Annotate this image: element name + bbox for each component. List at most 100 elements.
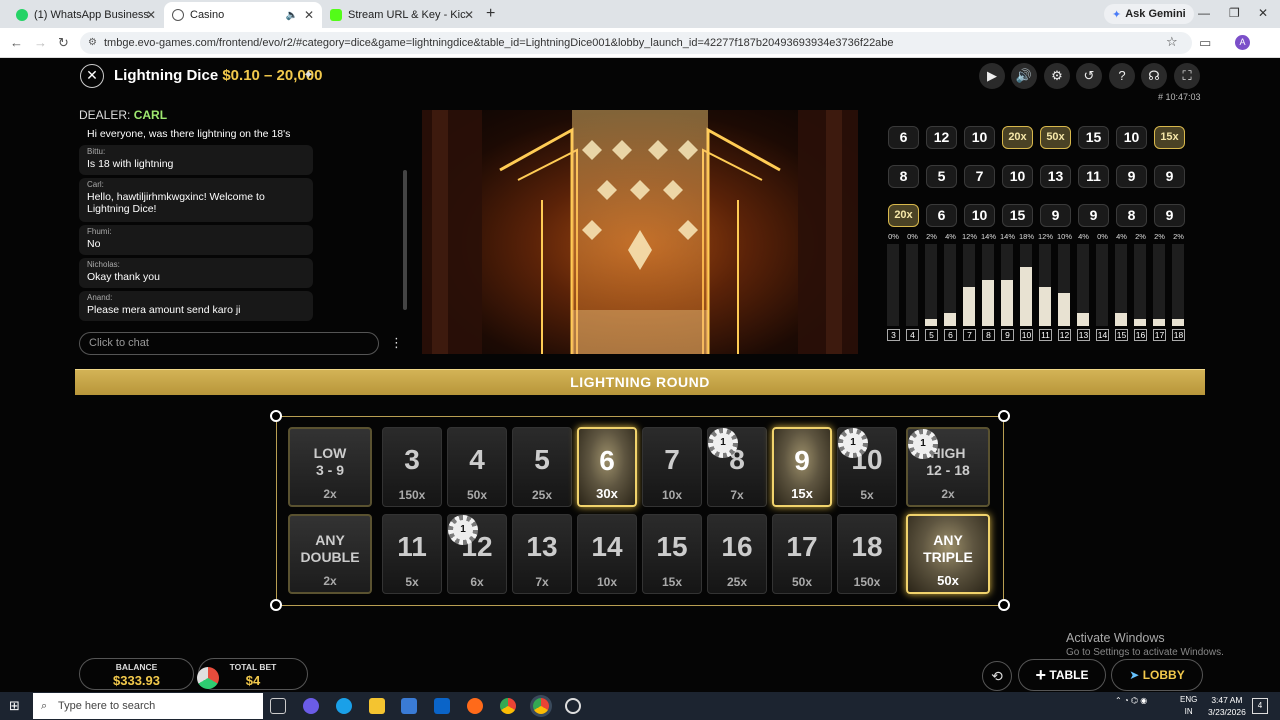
bet-spot-11[interactable]: 11 5x (382, 514, 442, 594)
taskbar-search[interactable]: ⌕ Type here to search (33, 693, 263, 719)
bet-spot-14[interactable]: 14 10x (577, 514, 637, 594)
stat-percent: 0% (888, 232, 899, 241)
stat-bar-track (1039, 244, 1051, 326)
stat-percent: 0% (1097, 232, 1108, 241)
history-result: 6 (926, 204, 957, 227)
low-label: LOW (313, 445, 347, 461)
language-indicator[interactable]: ENG IN (1180, 694, 1197, 718)
bet-spot-18[interactable]: 18 150x (837, 514, 897, 594)
payout: 15x (661, 575, 683, 589)
bet-spot-7[interactable]: 7 10x (642, 427, 702, 507)
help-icon[interactable]: ? (1109, 63, 1135, 89)
bet-spot-any-triple[interactable]: ANY TRIPLE 50x (906, 514, 990, 594)
bookmark-star-icon[interactable]: ☆ (1166, 34, 1178, 50)
task-view-icon[interactable] (270, 698, 286, 714)
stat-number: 4 (906, 329, 919, 341)
firefox-icon[interactable] (467, 698, 483, 714)
chat-message: Bittu: Is 18 with lightning (87, 147, 387, 170)
bet-spot-15[interactable]: 15 15x (642, 514, 702, 594)
round-id: # 10:47:03 (1158, 92, 1201, 102)
globe-icon (172, 9, 184, 21)
table-button[interactable]: + TABLE (1018, 659, 1106, 691)
edge-icon[interactable] (336, 698, 352, 714)
tab-casino[interactable]: Casino 🔈 ✕ (164, 2, 322, 28)
fullscreen-icon[interactable]: ⛶ (1174, 63, 1200, 89)
video-camera-icon[interactable]: ▶ (979, 63, 1005, 89)
close-window-icon[interactable]: ✕ (1258, 6, 1268, 20)
file-explorer-icon[interactable] (369, 698, 385, 714)
bet-spot-6[interactable]: 6 30x (577, 427, 637, 507)
store-icon[interactable] (401, 698, 417, 714)
speaker-icon[interactable]: 🔈 (286, 10, 298, 21)
cast-icon[interactable]: ▭ (1199, 35, 1211, 51)
stat-percent: 2% (1173, 232, 1184, 241)
bet-spot-13[interactable]: 13 7x (512, 514, 572, 594)
windows-activation-watermark: Activate Windows Go to Settings to activ… (1066, 631, 1266, 658)
tab-kick[interactable]: Stream URL & Key - Kick Dashb ✕ (322, 2, 482, 28)
more-options-icon[interactable]: ⋮ (390, 335, 403, 351)
bet-number: 18 (851, 531, 883, 562)
new-tab-button[interactable]: + (486, 5, 495, 23)
bet-spot-8[interactable]: 8 7x 1 (707, 427, 767, 507)
chrome-icon[interactable] (500, 698, 516, 714)
site-info-icon[interactable]: ⚙ (88, 32, 97, 54)
chat-user: Bittu: (87, 147, 106, 156)
forward-arrow-icon[interactable]: → (34, 35, 47, 50)
stat-bar (1077, 312, 1089, 326)
bet-spot-4[interactable]: 4 50x (447, 427, 507, 507)
bet-spot-9[interactable]: 9 15x (772, 427, 832, 507)
history-result: 13 (1040, 165, 1071, 188)
repeat-bet-icon[interactable]: ⟲ (982, 661, 1012, 691)
history-result: 5 (926, 165, 957, 188)
windows-start-icon[interactable]: ⊞ (9, 698, 20, 714)
tab-whatsapp[interactable]: (1) WhatsApp Business ✕ (8, 2, 164, 28)
bet-number: 15 (656, 531, 688, 562)
bet-spot-high[interactable]: HIGH 12 - 18 2x 1 (906, 427, 990, 507)
url-field[interactable]: ⚙ tmbge.evo-games.com/frontend/evo/r2/#c… (80, 32, 1192, 54)
notifications-icon[interactable]: 4 (1252, 698, 1268, 714)
stat-percent: 2% (1135, 232, 1146, 241)
close-game-button[interactable]: ✕ (80, 64, 104, 88)
chip-icon: 1 (708, 428, 738, 458)
bet-spot-low[interactable]: LOW 3 - 9 2x (288, 427, 372, 507)
reload-icon[interactable]: ↻ (58, 35, 69, 51)
lobby-button[interactable]: ➤ LOBBY (1111, 659, 1203, 691)
history-icon[interactable]: ↺ (1076, 63, 1102, 89)
bet-spot-5[interactable]: 5 25x (512, 427, 572, 507)
close-tab-icon[interactable]: ✕ (464, 8, 474, 22)
favorite-icon[interactable]: ✦ (303, 67, 314, 83)
bet-spot-3[interactable]: 3 150x (382, 427, 442, 507)
chat-input[interactable]: Click to chat (79, 332, 379, 355)
chat-text: Is 18 with lightning (87, 158, 174, 170)
back-arrow-icon[interactable]: ← (10, 35, 23, 50)
dealer-name: CARL (133, 108, 168, 122)
headset-icon[interactable]: ☊ (1141, 63, 1167, 89)
chat-scrollbar[interactable] (403, 170, 407, 310)
system-tray-icons[interactable]: ⌃ ◔ ⌬ ◉ (1115, 696, 1147, 705)
bet-spot-16[interactable]: 16 25x (707, 514, 767, 594)
profile-avatar[interactable]: A (1235, 35, 1250, 50)
settings-gear-icon[interactable]: ⚙ (1044, 63, 1070, 89)
dealer-info: DEALER: CARL (79, 108, 167, 122)
stat-percent: 4% (1116, 232, 1127, 241)
bet-spot-10[interactable]: 10 5x 1 (837, 427, 897, 507)
obs-icon[interactable] (565, 698, 581, 714)
clock[interactable]: 3:47 AM 3/23/2026 (1208, 694, 1246, 718)
chrome-active-icon[interactable] (533, 698, 549, 714)
ask-gemini-button[interactable]: ✦ Ask Gemini (1104, 4, 1194, 24)
history-result: 50x (1040, 126, 1071, 149)
minimize-icon[interactable]: — (1198, 6, 1210, 20)
maximize-icon[interactable]: ❐ (1229, 6, 1240, 20)
low-range: 3 - 9 (315, 462, 344, 478)
close-tab-icon[interactable]: ✕ (304, 8, 314, 22)
bet-spot-17[interactable]: 17 50x (772, 514, 832, 594)
bet-spot-any-double[interactable]: ANY DOUBLE 2x (288, 514, 372, 594)
copilot-icon[interactable] (303, 698, 319, 714)
history-result: 9 (1116, 165, 1147, 188)
volume-icon[interactable]: 🔊 (1011, 63, 1037, 89)
mail-icon[interactable] (434, 698, 450, 714)
payout: 6x (470, 575, 484, 589)
close-tab-icon[interactable]: ✕ (146, 8, 156, 22)
stat-bar (1039, 286, 1051, 326)
bet-spot-12[interactable]: 12 6x 1 (447, 514, 507, 594)
